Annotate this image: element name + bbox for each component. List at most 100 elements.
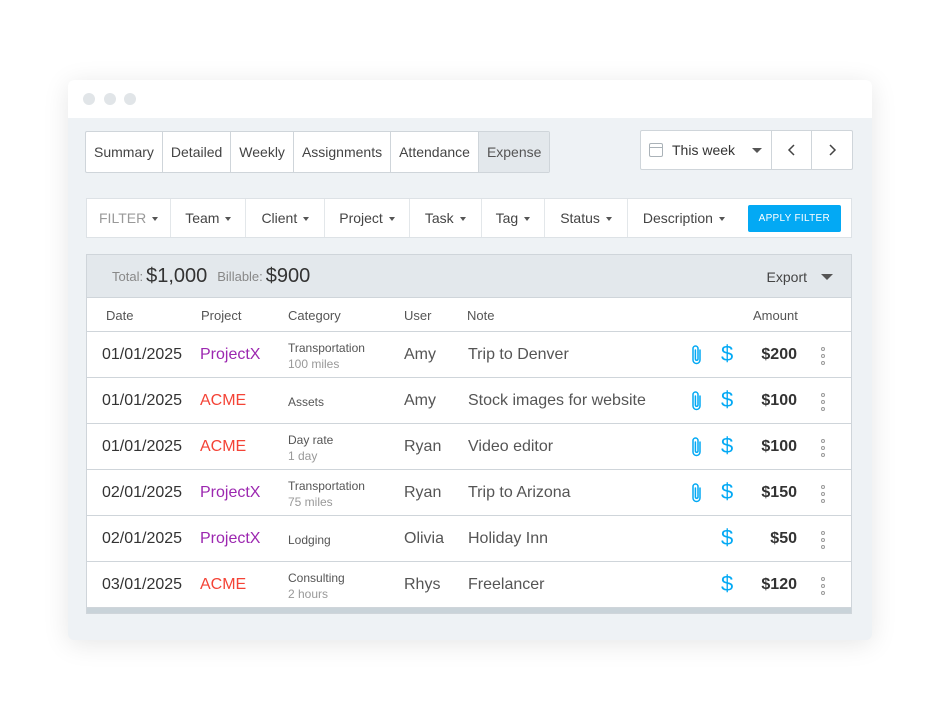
row-note: Video editor [468, 438, 554, 455]
caret-down-icon [225, 217, 232, 221]
filter-description-label: Description [642, 210, 713, 226]
column-project[interactable]: Project [201, 308, 241, 323]
row-category: Lodging [288, 532, 331, 548]
filter-task-label: Task [424, 210, 454, 226]
filter-team[interactable]: Team [171, 199, 247, 237]
column-date[interactable]: Date [106, 308, 133, 323]
row-category: Day rate 1 day [288, 432, 333, 464]
row-amount: $50 [770, 530, 797, 547]
filter-tag[interactable]: Tag [482, 199, 546, 237]
export-label: Export [766, 268, 807, 285]
filter-task[interactable]: Task [410, 199, 482, 237]
row-category-name: Lodging [288, 533, 331, 547]
chevron-down-icon [821, 273, 833, 280]
row-project[interactable]: ACME [200, 576, 246, 594]
tab-attendance[interactable]: Attendance [391, 132, 479, 172]
tab-detailed[interactable]: Detailed [163, 132, 232, 172]
dollar-icon[interactable]: $ [721, 389, 733, 411]
column-note[interactable]: Note [467, 308, 494, 323]
filter-project[interactable]: Project [325, 199, 410, 237]
tab-expense[interactable]: Expense [478, 132, 550, 172]
dollar-icon[interactable]: $ [721, 573, 733, 595]
row-project[interactable]: ProjectX [200, 484, 260, 502]
filter-status-label: Status [560, 210, 600, 226]
more-vertical-icon[interactable] [820, 347, 826, 365]
table-scrollbar[interactable] [87, 608, 851, 613]
row-project[interactable]: ACME [200, 392, 246, 410]
dollar-icon[interactable]: $ [721, 481, 733, 503]
tab-weekly[interactable]: Weekly [231, 132, 294, 172]
row-category-detail: 75 miles [288, 495, 333, 509]
window-dot-1 [83, 93, 95, 105]
caret-down-icon [605, 217, 612, 221]
row-user: Amy [404, 392, 436, 409]
row-category-name: Assets [288, 395, 325, 409]
date-range-label: This week [672, 142, 736, 158]
previous-week-button[interactable] [772, 131, 812, 169]
report-tabs: Summary Detailed Weekly Assignments Atte… [85, 131, 551, 173]
next-week-button[interactable] [812, 131, 852, 169]
table-row[interactable]: 01/01/2025 ACME Assets Amy Stock images for … [87, 378, 851, 424]
table-row[interactable]: 02/01/2025 ProjectX Transportation 75 miles… [87, 470, 851, 516]
filter-client-label: Client [261, 210, 298, 226]
row-amount: $150 [761, 484, 797, 501]
more-vertical-icon[interactable] [820, 393, 826, 411]
row-category-detail: 100 miles [288, 357, 340, 371]
row-project[interactable]: ACME [200, 438, 246, 456]
table-row[interactable]: 01/01/2025 ACME Day rate 1 day Ryan Video edi… [87, 424, 851, 470]
row-user: Olivia [404, 530, 445, 547]
tab-assignments[interactable]: Assignments [294, 132, 392, 172]
dollar-icon[interactable]: $ [721, 435, 733, 457]
paperclip-icon[interactable] [690, 390, 704, 417]
more-vertical-icon[interactable] [820, 485, 826, 503]
filter-bar: FILTER Team Client Project Task Tag Stat… [86, 198, 852, 238]
table-header: Date Project Category User Note Amount [87, 298, 851, 332]
row-category: Transportation 100 miles [288, 340, 365, 372]
dollar-icon[interactable]: $ [721, 343, 733, 365]
column-category[interactable]: Category [288, 308, 341, 323]
filter-status[interactable]: Status [545, 199, 628, 237]
paperclip-icon[interactable] [690, 482, 704, 509]
more-vertical-icon[interactable] [820, 531, 826, 549]
filter-client[interactable]: Client [246, 199, 326, 237]
table-row[interactable]: 03/01/2025 ACME Consulting 2 hours Rhys Freel… [87, 562, 851, 608]
more-vertical-icon[interactable] [820, 439, 826, 457]
filter-description[interactable]: Description [628, 199, 740, 237]
table-row[interactable]: 02/01/2025 ProjectX Lodging Olivia Holiday I… [87, 516, 851, 562]
row-category-detail: 1 day [288, 449, 318, 463]
row-category-name: Day rate [288, 433, 334, 447]
paperclip-icon[interactable] [690, 436, 704, 463]
row-note: Trip to Arizona [468, 484, 571, 501]
table-row[interactable]: 01/01/2025 ProjectX Transportation 100 mile… [87, 332, 851, 378]
total-value: $1,000 [146, 264, 208, 287]
row-project[interactable]: ProjectX [200, 346, 260, 364]
more-vertical-icon[interactable] [820, 577, 826, 595]
billable-value: $900 [265, 264, 311, 287]
filter-label: FILTER [99, 210, 147, 226]
row-user: Ryan [404, 484, 442, 501]
expense-table: Total: $1,000 Billable: $900 Export Date… [86, 254, 852, 614]
filter-dropdown[interactable]: FILTER [87, 199, 172, 237]
paperclip-icon[interactable] [690, 344, 704, 371]
window-dot-2 [104, 93, 116, 105]
dollar-icon[interactable]: $ [721, 527, 733, 549]
row-user: Amy [404, 346, 436, 363]
total-label: Total: [112, 268, 144, 284]
billable-label: Billable: [217, 268, 263, 284]
row-note: Stock images for website [468, 392, 646, 409]
column-user[interactable]: User [404, 308, 431, 323]
totals-bar: Total: $1,000 Billable: $900 Export [87, 255, 851, 298]
caret-down-icon [152, 217, 159, 221]
window-dot-3 [124, 93, 136, 105]
row-project[interactable]: ProjectX [200, 530, 260, 548]
apply-filter-button[interactable]: APPLY FILTER [747, 204, 841, 232]
app-window: Summary Detailed Weekly Assignments Atte… [68, 80, 872, 640]
date-range-select[interactable]: This week [641, 131, 772, 169]
caret-down-icon [459, 217, 466, 221]
tab-summary[interactable]: Summary [86, 132, 163, 172]
row-date: 01/01/2025 [102, 438, 183, 455]
export-button[interactable]: Export [767, 255, 833, 298]
row-amount: $200 [761, 346, 797, 363]
filter-project-label: Project [339, 210, 383, 226]
column-amount[interactable]: Amount [753, 308, 798, 323]
